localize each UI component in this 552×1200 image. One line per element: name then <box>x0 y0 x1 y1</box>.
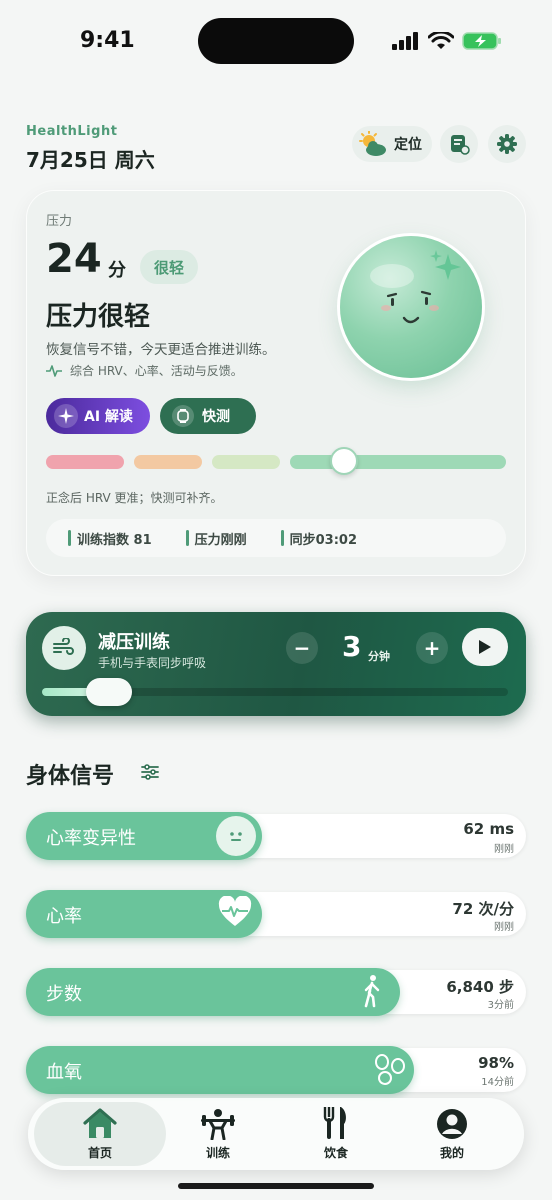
metric-stress-updated: 压力刚刚 <box>185 529 247 548</box>
home-icon <box>60 1106 140 1140</box>
signal-icon <box>392 32 418 50</box>
signal-time-blood-oxygen: 14分前 <box>481 1077 514 1088</box>
ai-interpret-label: AI 解读 <box>84 409 133 425</box>
tab-diet-label: 饮食 <box>323 1146 348 1160</box>
stress-sources: 综合 HRV、心率、活动与反馈。 <box>46 362 243 379</box>
decrease-minutes-button[interactable]: − <box>286 632 318 664</box>
device-button[interactable] <box>440 125 478 163</box>
stress-headline: 压力很轻 <box>46 302 151 332</box>
stress-label: 压力 <box>46 214 73 229</box>
metric-training-index: 训练指数 81 <box>68 529 152 548</box>
gear-icon <box>497 134 517 154</box>
sliders-icon <box>141 764 159 780</box>
location-button[interactable]: 定位 <box>352 126 432 162</box>
stress-score-unit: 分 <box>108 260 126 281</box>
signal-time-hrv: 刚刚 <box>494 844 514 855</box>
stress-scale-segment-light <box>212 455 280 469</box>
signal-label-heart-rate: 心率 <box>46 906 82 927</box>
stress-description: 恢复信号不错，今天更适合推进训练。 <box>46 342 276 358</box>
weather-partly-cloudy-icon <box>359 131 386 156</box>
tab-profile-label: 我的 <box>439 1146 464 1160</box>
watch-icon <box>172 405 194 427</box>
home-indicator <box>178 1183 374 1189</box>
quick-test-button[interactable]: 快测 <box>160 398 256 434</box>
signal-fill-blood-oxygen <box>26 1046 414 1094</box>
stress-mascot-orb <box>340 236 482 378</box>
signal-time-heart-rate: 刚刚 <box>494 922 514 933</box>
settings-button[interactable] <box>488 125 526 163</box>
breathing-minutes: 3 <box>342 630 362 663</box>
signal-label-blood-oxygen: 血氧 <box>46 1062 82 1083</box>
weightlifting-icon <box>178 1106 258 1140</box>
stress-sources-text: 综合 HRV、心率、活动与反馈。 <box>70 364 243 378</box>
increase-minutes-button[interactable]: + <box>416 632 448 664</box>
signal-value-heart-rate: 72 次/分 <box>452 900 514 918</box>
tab-home-label: 首页 <box>87 1146 112 1160</box>
quick-test-label: 快测 <box>202 409 230 425</box>
signal-value-hrv: 62 ms <box>463 820 514 838</box>
stress-scale-segment-high <box>46 455 124 469</box>
stress-note: 正念后 HRV 更准；快测可补齐。 <box>46 491 223 505</box>
stress-scale-segment-very-light <box>290 455 506 469</box>
pulse-line-icon <box>46 364 62 377</box>
signal-value-blood-oxygen: 98% <box>478 1054 514 1072</box>
stress-score: 24 <box>46 236 102 282</box>
heart-pulse-icon <box>218 895 252 932</box>
tab-diet[interactable]: 饮食 <box>296 1106 376 1161</box>
tab-profile[interactable]: 我的 <box>412 1106 492 1161</box>
profile-icon <box>412 1106 492 1140</box>
stress-metrics-row: 训练指数 81 压力刚刚 同步03:02 <box>46 519 506 557</box>
breathing-progress-handle[interactable] <box>86 678 132 706</box>
tab-training-label: 训练 <box>205 1146 230 1160</box>
location-label: 定位 <box>394 137 422 153</box>
signal-label-hrv: 心率变异性 <box>46 828 136 849</box>
play-icon <box>479 640 491 654</box>
signal-time-steps: 3分前 <box>487 1000 514 1011</box>
sparkle-icon <box>54 404 78 428</box>
stress-scale-marker <box>330 447 358 475</box>
app-brand: HealthLight <box>26 124 118 139</box>
breathing-wind-icon <box>42 626 86 670</box>
play-button[interactable] <box>462 628 508 666</box>
dynamic-island <box>198 18 354 64</box>
signal-value-steps: 6,840 步 <box>446 978 514 996</box>
blood-drops-icon <box>372 1052 408 1090</box>
signal-fill-steps <box>26 968 400 1016</box>
status-time: 9:41 <box>80 28 135 53</box>
device-sync-icon <box>451 135 470 155</box>
tab-home[interactable]: 首页 <box>60 1106 140 1161</box>
wifi-icon <box>428 32 454 49</box>
ai-interpret-button[interactable]: AI 解读 <box>46 398 150 434</box>
metric-sync-time: 同步03:02 <box>280 529 357 548</box>
stress-level-chip: 很轻 <box>140 250 198 284</box>
body-signals-title: 身体信号 <box>26 764 115 789</box>
face-neutral-icon <box>216 816 256 856</box>
breathing-title: 减压训练 <box>98 632 170 653</box>
tab-training[interactable]: 训练 <box>178 1106 258 1161</box>
breathing-minutes-unit: 分钟 <box>368 650 390 663</box>
walking-icon <box>360 974 384 1012</box>
status-icons <box>392 28 502 54</box>
filter-button[interactable] <box>138 760 162 784</box>
stress-scale-segment-medium <box>134 455 202 469</box>
page-date: 7月25日 周六 <box>26 148 155 172</box>
fork-knife-icon <box>296 1106 376 1140</box>
breathing-subtitle: 手机与手表同步呼吸 <box>98 656 207 670</box>
signal-label-steps: 步数 <box>46 984 82 1005</box>
battery-charging-icon <box>462 32 501 50</box>
